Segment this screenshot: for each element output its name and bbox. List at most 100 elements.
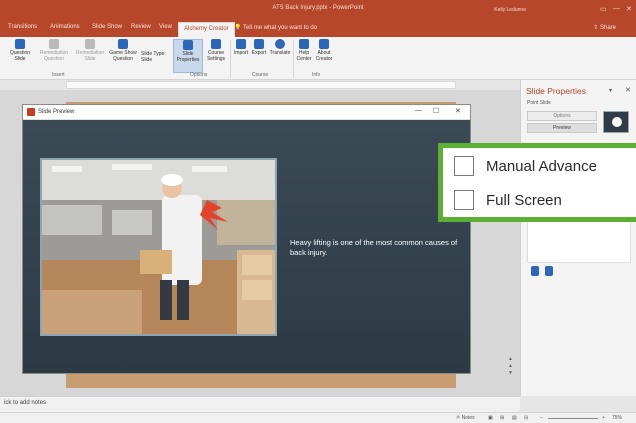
preview-button[interactable]: Preview [527,123,597,133]
zoom-level[interactable]: 75% [612,415,622,421]
translate-icon [275,39,285,49]
slide-properties-button[interactable]: Slide Properties [173,39,203,73]
maximize-icon[interactable]: ☐ [433,107,439,115]
export-icon [254,39,264,49]
remediation-question-label: Remediation Question [39,50,69,62]
tab-review[interactable]: Review [131,24,151,30]
next-slide-icon[interactable]: ▼ [508,370,516,377]
translate-button[interactable]: Translate [268,39,292,56]
notes-toggle[interactable]: ≗ Notes [456,415,475,421]
close-icon[interactable]: ✕ [626,5,632,13]
minimize-icon[interactable]: — [415,107,422,114]
game-show-question-button[interactable]: Game Show Question [106,39,140,62]
tell-me-text: Tell me what you want to do [243,25,318,31]
audio-icon[interactable] [545,266,553,276]
group-label-insert: Insert [52,72,65,78]
previous-slide-icon[interactable]: ▲ [508,363,516,370]
export-label: Export [251,50,267,56]
zoom-slider[interactable] [548,418,598,419]
tell-me-search[interactable]: 💡 Tell me what you want to do [234,24,317,31]
game-show-label: Game Show Question [109,50,137,62]
manual-advance-label: Manual Advance [486,158,597,175]
help-center-label: Help Center [296,50,312,62]
window-title: ATS Back Injury.pptx - PowerPoint [272,5,364,11]
export-button[interactable]: Export [250,39,268,56]
close-icon[interactable]: ✕ [455,107,461,115]
share-button[interactable]: ⇪ Share [593,24,616,31]
notes-pane[interactable]: ick to add notes [0,396,520,412]
chevron-down-icon[interactable]: ▾ [609,87,612,94]
course-settings-icon [211,39,221,49]
group-label-options: Options [190,72,208,78]
tab-transitions[interactable]: Transitions [8,24,37,30]
vertical-scrollbar[interactable]: ▲ ▲ ▼ [508,356,516,384]
remediation-question-button[interactable]: Remediation Question [36,39,72,62]
notes-icon: ≗ [456,415,461,421]
lightbulb-icon: 💡 [234,25,242,31]
status-bar: ≗ Notes ▣ ⊞ ▤ ⊟ − + 75% [0,412,636,423]
slideshow-icon[interactable]: ⊟ [524,415,528,421]
question-slide-button[interactable]: Question Slide [4,39,36,62]
slide-properties-pane: Slide Properties ▾ ✕ Point Slide Options… [520,80,636,396]
course-settings-label: Course Settings [206,50,226,62]
user-name[interactable]: Kelly Ledunne [494,7,526,13]
help-icon [299,39,309,49]
slide-caption: Heavy lifting is one of the most common … [290,238,458,257]
tab-animations[interactable]: Animations [50,24,80,30]
preview-slide: Heavy lifting is one of the most common … [23,120,470,373]
person-icon[interactable] [531,266,539,276]
pane-title: Slide Properties [526,86,587,96]
help-center-button[interactable]: Help Center [295,39,313,62]
title-bar: ATS Back Injury.pptx - PowerPoint Kelly … [0,0,636,20]
ribbon: Question Slide Remediation Question Reme… [0,37,636,80]
ribbon-separator [293,40,294,78]
options-button[interactable]: Options [527,111,597,121]
preview-title-bar: Slide Preview — ☐ ✕ [23,105,470,120]
minimize-icon[interactable]: — [613,5,620,12]
question-slide-label: Question Slide [9,50,30,62]
preview-title: Slide Preview [38,109,75,115]
course-settings-button[interactable]: Course Settings [203,39,229,62]
pane-subtitle: Point Slide [527,100,551,106]
reading-view-icon[interactable]: ▤ [512,415,517,421]
tab-slide-show[interactable]: Slide Show [92,24,122,30]
tab-alchemy-creator[interactable]: Alchemy Creator [178,22,235,37]
worker-lifting-box-image [42,160,275,334]
warehouse-worker-photo [40,158,277,336]
translate-label: Translate [269,50,291,56]
full-screen-checkbox[interactable] [454,190,474,210]
full-screen-label: Full Screen [486,192,562,209]
about-icon [319,39,329,49]
manual-advance-checkbox[interactable] [454,156,474,176]
group-label-course: Course [252,72,269,78]
slide-properties-icon [183,40,193,50]
tab-view[interactable]: View [159,24,172,30]
slide-type-label: Slide Type: Slide [141,51,166,63]
zoom-out-icon[interactable]: − [540,415,543,421]
about-creator-button[interactable]: About Creator [313,39,335,62]
remediation-icon [49,39,59,49]
share-icon: ⇪ [593,25,599,31]
normal-view-icon[interactable]: ▣ [488,415,493,421]
group-label-info: Info [312,72,321,78]
game-show-icon [118,39,128,49]
slide-type-dropdown[interactable]: Slide Type: Slide [141,51,171,63]
slide-preview-window: Slide Preview — ☐ ✕ Heavy lifting is one… [22,104,471,374]
ribbon-tabs: Transitions Animations Slide Show Review… [0,20,636,37]
scroll-up-icon[interactable]: ▲ [508,356,516,363]
restore-ribbon-icon[interactable]: ▭ [600,5,607,13]
powerpoint-window: ATS Back Injury.pptx - PowerPoint Kelly … [0,0,636,423]
zoom-callout: Manual Advance Full Screen [438,143,636,222]
remediation-slide-label: Remediation Slide [75,50,105,62]
close-icon[interactable]: ✕ [625,86,631,94]
import-label: Import [233,50,249,56]
slide-thumbnail[interactable] [603,111,629,133]
about-creator-label: About Creator [315,50,333,62]
notes-toggle-label: Notes [461,415,475,421]
import-button[interactable]: Import [232,39,250,56]
slide-sorter-icon[interactable]: ⊞ [500,415,504,421]
remediation-slide-button[interactable]: Remediation Slide [72,39,108,62]
question-icon [15,39,25,49]
zoom-in-icon[interactable]: + [602,415,605,421]
remediation-slide-icon [85,39,95,49]
